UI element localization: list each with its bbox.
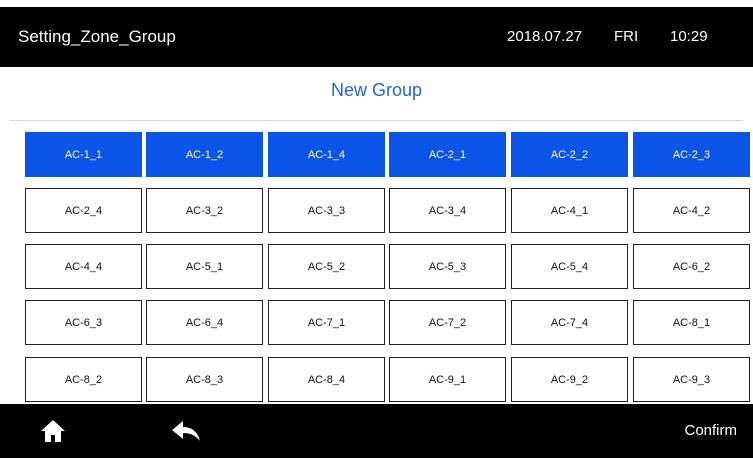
ac-unit-button[interactable]: AC-7_1 bbox=[268, 300, 385, 345]
ac-unit-button[interactable]: AC-6_4 bbox=[146, 300, 263, 345]
ac-unit-button[interactable]: AC-9_1 bbox=[389, 357, 506, 402]
ac-unit-button[interactable]: AC-3_3 bbox=[268, 188, 385, 233]
ac-unit-button[interactable]: AC-6_2 bbox=[633, 244, 750, 289]
ac-unit-button[interactable]: AC-5_3 bbox=[389, 244, 506, 289]
ac-unit-grid: AC-1_1 AC-1_2 AC-1_4 AC-2_1 AC-2_2 AC-2_3 AC-2… bbox=[0, 0, 753, 458]
ac-unit-button[interactable]: AC-1_4 bbox=[268, 132, 385, 177]
ac-unit-button[interactable]: AC-2_2 bbox=[511, 132, 628, 177]
home-icon[interactable] bbox=[40, 419, 66, 443]
ac-unit-button[interactable]: AC-2_4 bbox=[25, 188, 142, 233]
ac-unit-button[interactable]: AC-3_4 bbox=[389, 188, 506, 233]
ac-unit-button[interactable]: AC-8_1 bbox=[633, 300, 750, 345]
ac-unit-button[interactable]: AC-3_2 bbox=[146, 188, 263, 233]
ac-unit-button[interactable]: AC-8_4 bbox=[268, 357, 385, 402]
ac-unit-button[interactable]: AC-8_2 bbox=[25, 357, 142, 402]
ac-unit-button[interactable]: AC-8_3 bbox=[146, 357, 263, 402]
bottom-bar: Confirm bbox=[0, 404, 753, 458]
ac-unit-button[interactable]: AC-9_3 bbox=[633, 357, 750, 402]
ac-unit-button[interactable]: AC-6_3 bbox=[25, 300, 142, 345]
confirm-button[interactable]: Confirm bbox=[684, 404, 737, 458]
ac-unit-button[interactable]: AC-5_2 bbox=[268, 244, 385, 289]
ac-unit-button[interactable]: AC-2_1 bbox=[389, 132, 506, 177]
ac-unit-button[interactable]: AC-4_4 bbox=[25, 244, 142, 289]
ac-unit-button[interactable]: AC-1_2 bbox=[146, 132, 263, 177]
ac-unit-button[interactable]: AC-4_1 bbox=[511, 188, 628, 233]
back-arrow-icon[interactable] bbox=[171, 420, 201, 442]
ac-unit-button[interactable]: AC-1_1 bbox=[25, 132, 142, 177]
ac-unit-button[interactable]: AC-2_3 bbox=[633, 132, 750, 177]
ac-unit-button[interactable]: AC-4_2 bbox=[633, 188, 750, 233]
ac-unit-button[interactable]: AC-7_2 bbox=[389, 300, 506, 345]
zone-group-screen: Setting_Zone_Group 2018.07.27 FRI 10:29 … bbox=[0, 0, 753, 458]
ac-unit-button[interactable]: AC-7_4 bbox=[511, 300, 628, 345]
ac-unit-button[interactable]: AC-9_2 bbox=[511, 357, 628, 402]
ac-unit-button[interactable]: AC-5_4 bbox=[511, 244, 628, 289]
ac-unit-button[interactable]: AC-5_1 bbox=[146, 244, 263, 289]
